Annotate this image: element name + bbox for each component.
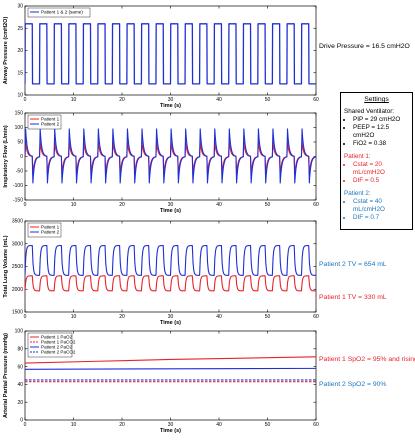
x-tick-label: 50 bbox=[265, 314, 271, 320]
patient2-settings-title: Patient 2: bbox=[344, 190, 371, 197]
x-tick-label: 10 bbox=[71, 314, 77, 320]
x-tick-label: 0 bbox=[24, 202, 27, 208]
y-tick-label: 20 bbox=[17, 400, 23, 406]
setting-fio2: FiO2 = 0.38 bbox=[353, 140, 409, 148]
legend: Patient 1Patient 2 bbox=[27, 222, 62, 238]
annotation: Patient 1 TV = 330 mL bbox=[319, 294, 387, 301]
x-tick-label: 60 bbox=[313, 97, 319, 103]
x-tick-label: 40 bbox=[216, 202, 222, 208]
y-axis-label: Total Lung Volume (mL) bbox=[3, 235, 9, 297]
annotation: Patient 1 SpO2 = 95% and rising bbox=[319, 356, 415, 363]
series-group bbox=[25, 23, 316, 85]
x-axis-label: Time (s) bbox=[160, 320, 181, 326]
x-tick-label: 10 bbox=[71, 202, 77, 208]
y-tick-label: 2500 bbox=[12, 264, 23, 270]
y-tick-label: 15 bbox=[17, 70, 23, 76]
y-tick-label: 25 bbox=[17, 26, 23, 32]
x-axis-label: Time (s) bbox=[160, 428, 181, 434]
x-tick-label: 0 bbox=[24, 422, 27, 428]
x-axis-label: Time (s) bbox=[160, 103, 181, 109]
setting-peep: PEEP = 12.5 cmH2O bbox=[353, 124, 409, 140]
y-tick-label: 3000 bbox=[12, 241, 23, 247]
y-tick-label: 0 bbox=[20, 418, 23, 424]
chart-panel-2: 0 10 20 30 40 50 60-150-100-50050100150Time (s… bbox=[3, 111, 319, 214]
x-tick-label: 0 bbox=[24, 314, 27, 320]
legend-label: Patient 1 & 2 (same) bbox=[41, 10, 83, 15]
settings-box: Settings Shared Ventilator: PIP = 29 cmH… bbox=[340, 92, 413, 230]
y-tick-label: 20 bbox=[17, 48, 23, 54]
legend: Patient 1 PaO2Patient 1 PaCO2Patient 2 P… bbox=[27, 332, 76, 358]
legend: Patient 1 & 2 (same) bbox=[27, 7, 91, 18]
chart-panel-4: 0 10 20 30 40 50 60020406080100Time (s)Arteria… bbox=[3, 329, 415, 434]
y-tick-label: -150 bbox=[13, 198, 23, 204]
y-tick-label: 10 bbox=[17, 93, 23, 99]
patient1-cstat: Cstat = 20 mL/cmH2O bbox=[353, 161, 409, 177]
y-tick-label: -100 bbox=[13, 183, 23, 189]
y-tick-label: 2000 bbox=[12, 287, 23, 293]
x-tick-label: 50 bbox=[265, 422, 271, 428]
y-tick-label: 100 bbox=[15, 125, 24, 131]
y-tick-label: 60 bbox=[17, 364, 23, 370]
y-tick-label: 1500 bbox=[12, 310, 23, 316]
x-tick-label: 20 bbox=[119, 314, 125, 320]
x-tick-label: 60 bbox=[313, 202, 319, 208]
patient1-dif: DIF = 0.5 bbox=[353, 177, 409, 185]
y-axis-label: Inspiratory Flow (L/min) bbox=[3, 125, 9, 188]
x-tick-label: 50 bbox=[265, 97, 271, 103]
setting-pip: PIP = 29 cmH2O bbox=[353, 116, 409, 124]
x-tick-label: 40 bbox=[216, 97, 222, 103]
x-tick-label: 20 bbox=[119, 422, 125, 428]
series-line-patient-1-2-same- bbox=[25, 23, 316, 85]
y-tick-label: 150 bbox=[15, 111, 24, 117]
y-tick-label: 80 bbox=[17, 347, 23, 353]
x-tick-label: 20 bbox=[119, 202, 125, 208]
annotation: Patient 2 SpO2 = 90% bbox=[319, 381, 386, 388]
shared-ventilator-title: Shared Ventilator: bbox=[344, 108, 395, 115]
x-tick-label: 60 bbox=[313, 314, 319, 320]
legend-label: Patient 2 bbox=[41, 230, 60, 235]
patient1-settings-title: Patient 1: bbox=[344, 153, 371, 160]
x-tick-label: 60 bbox=[313, 422, 319, 428]
x-tick-label: 40 bbox=[216, 422, 222, 428]
y-axis-label: Arterial Partial Pressure (mmHg) bbox=[3, 333, 9, 418]
x-axis-label: Time (s) bbox=[160, 208, 181, 214]
y-tick-label: 0 bbox=[20, 154, 23, 160]
x-tick-label: 40 bbox=[216, 314, 222, 320]
legend-label: Patient 2 PaCO2 bbox=[41, 350, 76, 355]
patient2-cstat: Cstat = 40 mL/cmH2O bbox=[353, 198, 409, 214]
legend-label: Patient 2 bbox=[41, 122, 60, 127]
y-axis-label: Airway Pressure (cmH2O) bbox=[3, 17, 9, 85]
y-tick-label: -50 bbox=[16, 169, 23, 175]
y-tick-label: 50 bbox=[17, 140, 23, 146]
chart-panel-3: 0 10 20 30 40 50 6015002000250030003500Time (s… bbox=[3, 219, 387, 326]
x-tick-label: 10 bbox=[71, 422, 77, 428]
y-tick-label: 30 bbox=[17, 4, 23, 10]
settings-title: Settings bbox=[364, 96, 389, 103]
x-tick-label: 0 bbox=[24, 97, 27, 103]
y-tick-label: 3500 bbox=[12, 219, 23, 225]
y-tick-label: 100 bbox=[15, 329, 24, 335]
legend: Patient 1Patient 2 bbox=[27, 114, 62, 130]
annotation: Patient 2 TV = 654 mL bbox=[319, 261, 387, 268]
x-tick-label: 10 bbox=[71, 97, 77, 103]
x-tick-label: 50 bbox=[265, 202, 271, 208]
patient2-dif: DIF = 0.7 bbox=[353, 214, 409, 222]
annotation: Drive Pressure = 16.5 cmH2O bbox=[319, 43, 410, 50]
y-tick-label: 40 bbox=[17, 382, 23, 388]
x-tick-label: 20 bbox=[119, 97, 125, 103]
